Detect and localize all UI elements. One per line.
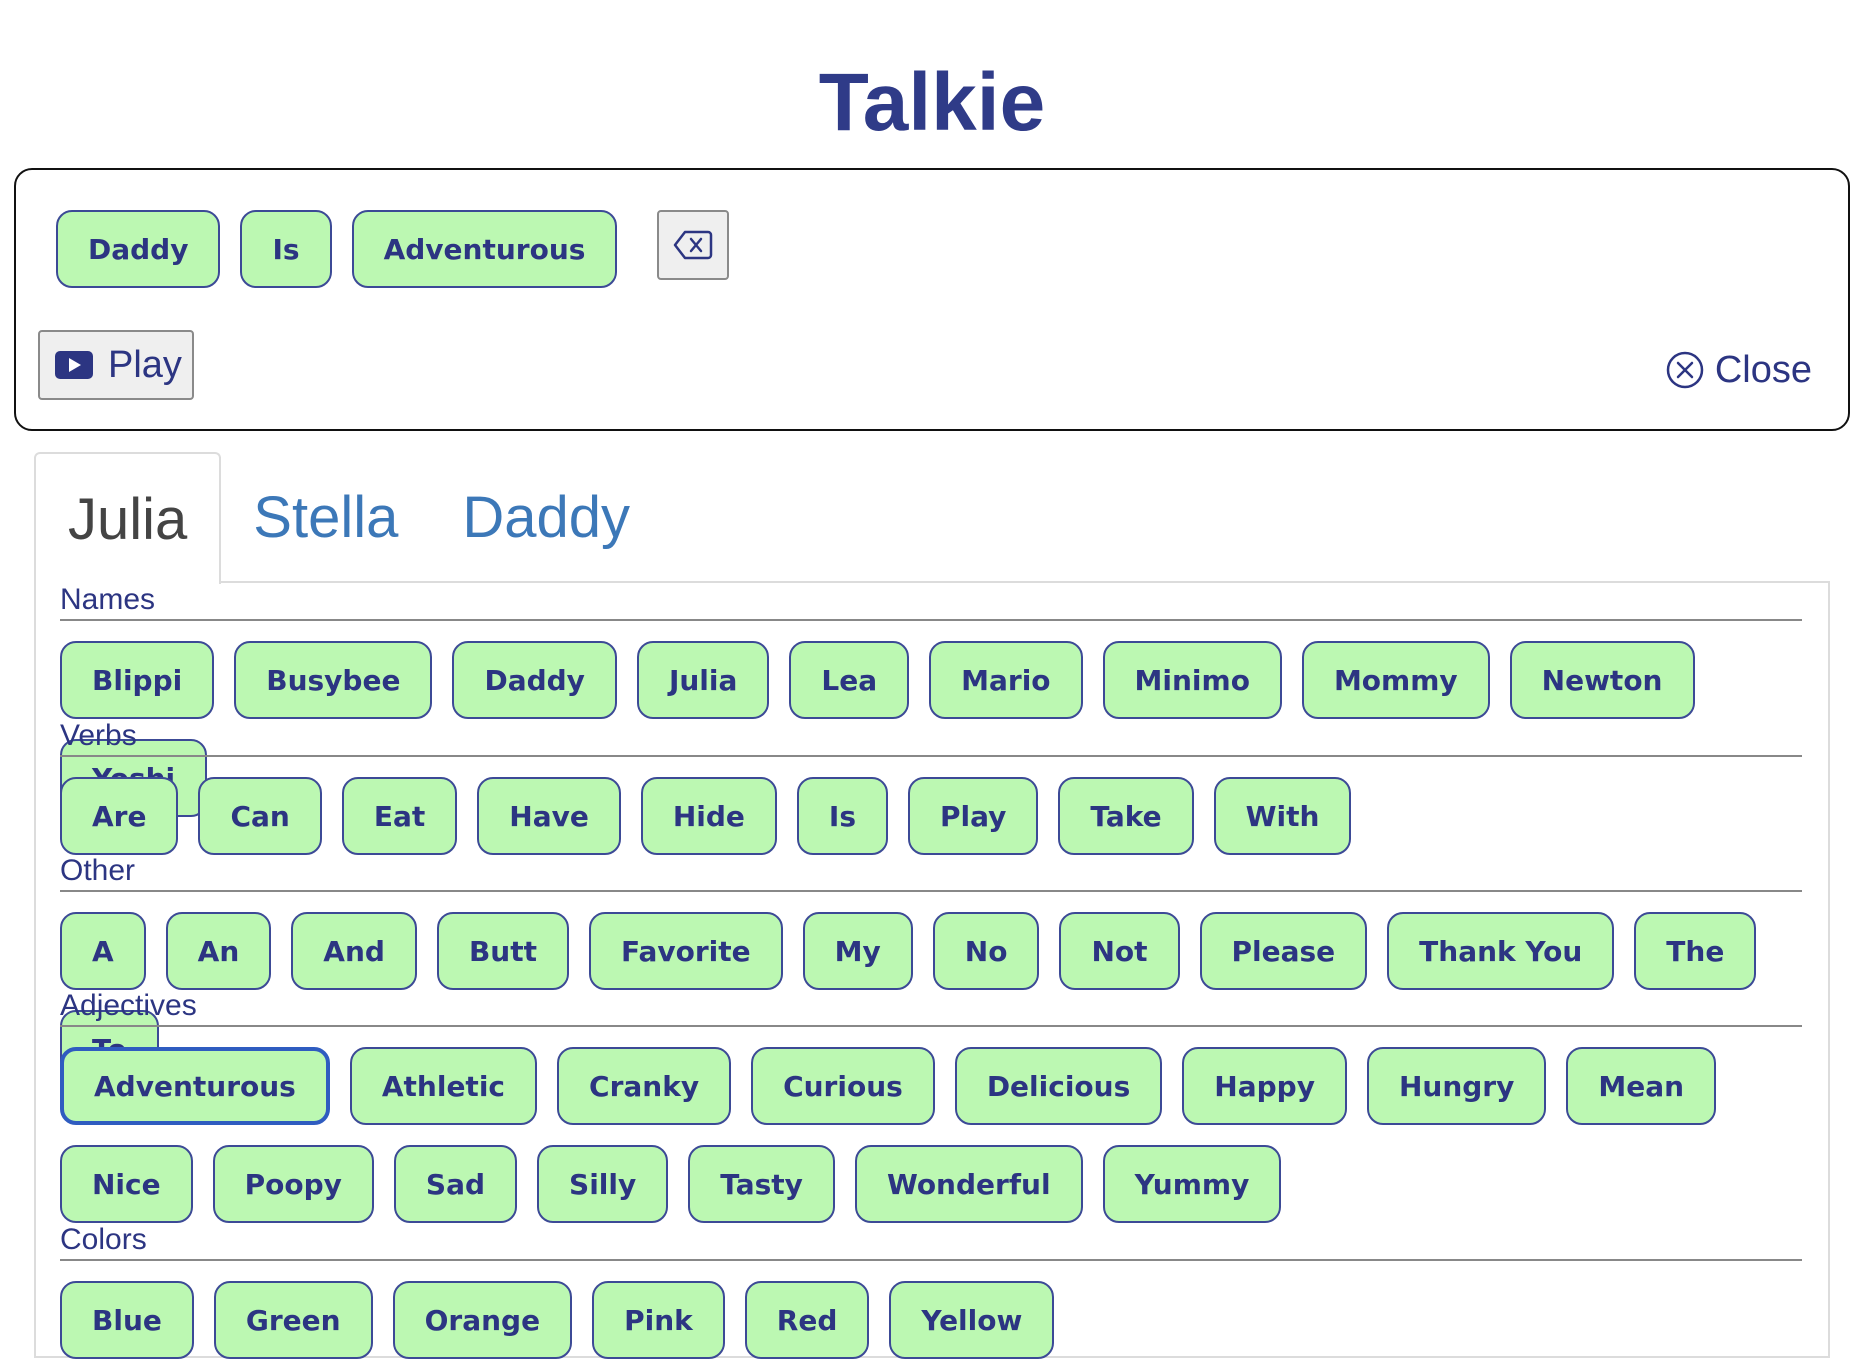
word-chip[interactable]: Not bbox=[1059, 912, 1180, 990]
word-chip-row: Blue Green Orange Pink Red Yellow bbox=[60, 1281, 1802, 1359]
word-chip[interactable]: Play bbox=[908, 777, 1039, 855]
tab-stella[interactable]: Stella bbox=[221, 452, 430, 582]
word-chip[interactable]: Delicious bbox=[954, 1047, 1163, 1125]
word-chip[interactable]: Nice bbox=[60, 1145, 193, 1223]
word-chip[interactable]: Adventurous bbox=[60, 1047, 330, 1125]
word-chip[interactable]: Butt bbox=[436, 912, 569, 990]
word-chip[interactable]: Daddy bbox=[452, 641, 617, 719]
word-chip[interactable]: Curious bbox=[751, 1047, 935, 1125]
word-chip[interactable]: Newton bbox=[1509, 641, 1695, 719]
word-chip[interactable]: With bbox=[1213, 777, 1352, 855]
sentence-word-chip[interactable]: Is bbox=[240, 210, 332, 288]
category-label: Adjectives bbox=[60, 989, 1802, 1027]
word-chip[interactable]: Tasty bbox=[688, 1145, 835, 1223]
word-chip[interactable]: Pink bbox=[592, 1281, 725, 1359]
play-label: Play bbox=[108, 343, 182, 386]
word-chip[interactable]: Red bbox=[744, 1281, 870, 1359]
word-chip[interactable]: Yellow bbox=[889, 1281, 1055, 1359]
tab-daddy[interactable]: Daddy bbox=[430, 452, 662, 582]
word-chip[interactable]: Busybee bbox=[234, 641, 433, 719]
word-chip[interactable]: An bbox=[165, 912, 272, 990]
word-chip[interactable]: Lea bbox=[789, 641, 910, 719]
word-chip[interactable]: Athletic bbox=[349, 1047, 538, 1125]
backspace-icon bbox=[674, 230, 713, 260]
word-chip-row: Adventurous Athletic Cranky Curious Deliciou… bbox=[60, 1047, 1750, 1223]
word-chip[interactable]: Can bbox=[198, 777, 322, 855]
category-label: Verbs bbox=[60, 719, 1802, 757]
word-chip[interactable]: Poopy bbox=[212, 1145, 374, 1223]
sentence-bar: Daddy Is Adventurous Play Close bbox=[14, 168, 1850, 431]
word-chip[interactable]: Take bbox=[1058, 777, 1194, 855]
word-chip[interactable]: Mommy bbox=[1301, 641, 1490, 719]
close-button[interactable]: Close bbox=[1665, 340, 1812, 400]
word-chip[interactable]: Eat bbox=[341, 777, 458, 855]
word-chip[interactable]: Sad bbox=[393, 1145, 518, 1223]
word-panel: Names Blippi Busybee Daddy Julia Lea Mario Mini… bbox=[34, 581, 1830, 1359]
sentence-words: Daddy Is Adventurous bbox=[56, 210, 730, 288]
word-chip[interactable]: Cranky bbox=[557, 1047, 732, 1125]
word-chip[interactable]: And bbox=[291, 912, 417, 990]
word-chip[interactable]: No bbox=[932, 912, 1040, 990]
word-chip[interactable]: Thank You bbox=[1387, 912, 1615, 990]
word-chip[interactable]: Orange bbox=[392, 1281, 573, 1359]
word-chip[interactable]: Please bbox=[1199, 912, 1368, 990]
word-chip[interactable]: A bbox=[60, 912, 146, 990]
word-chip[interactable]: Julia bbox=[636, 641, 770, 719]
word-chip-row: Are Can Eat Have Hide Is Play Take With bbox=[60, 777, 1802, 855]
category-section-colors: Colors Blue Green Orange Pink Red Yellow bbox=[60, 1223, 1802, 1359]
word-chip[interactable]: Minimo bbox=[1102, 641, 1282, 719]
word-chip[interactable]: Hide bbox=[640, 777, 777, 855]
sentence-word-chip[interactable]: Adventurous bbox=[351, 210, 618, 288]
close-label: Close bbox=[1714, 348, 1812, 391]
app-title: Talkie bbox=[818, 57, 1046, 148]
play-icon bbox=[55, 351, 93, 379]
word-chip[interactable]: Mario bbox=[929, 641, 1083, 719]
word-chip[interactable]: Favorite bbox=[588, 912, 783, 990]
word-chip[interactable]: Silly bbox=[537, 1145, 669, 1223]
category-label: Colors bbox=[60, 1223, 1802, 1261]
category-section-adjectives: Adjectives Adventurous Athletic Cranky Curio… bbox=[60, 989, 1802, 1223]
tab-julia[interactable]: Julia bbox=[34, 452, 222, 584]
word-chip[interactable]: Is bbox=[796, 777, 889, 855]
word-chip[interactable]: Hungry bbox=[1366, 1047, 1547, 1125]
word-chip[interactable]: The bbox=[1634, 912, 1757, 990]
category-label: Names bbox=[60, 583, 1802, 621]
play-button[interactable]: Play bbox=[38, 330, 194, 400]
category-section-verbs: Verbs Are Can Eat Have Hide Is Play Take With bbox=[60, 719, 1802, 855]
word-chip[interactable]: Are bbox=[60, 777, 179, 855]
category-label: Other bbox=[60, 854, 1802, 892]
word-chip[interactable]: Green bbox=[213, 1281, 373, 1359]
word-chip[interactable]: Yummy bbox=[1102, 1145, 1282, 1223]
word-chip[interactable]: Mean bbox=[1566, 1047, 1717, 1125]
word-chip[interactable]: Happy bbox=[1182, 1047, 1347, 1125]
word-chip[interactable]: Have bbox=[477, 777, 621, 855]
close-circle-icon bbox=[1666, 351, 1704, 389]
word-chip[interactable]: My bbox=[802, 912, 913, 990]
word-chip[interactable]: Blippi bbox=[60, 641, 215, 719]
word-chip[interactable]: Blue bbox=[60, 1281, 194, 1359]
person-tabs: Julia Stella Daddy bbox=[34, 452, 662, 584]
word-chip[interactable]: Wonderful bbox=[854, 1145, 1083, 1223]
backspace-button[interactable] bbox=[657, 210, 730, 280]
sentence-word-chip[interactable]: Daddy bbox=[56, 210, 221, 288]
